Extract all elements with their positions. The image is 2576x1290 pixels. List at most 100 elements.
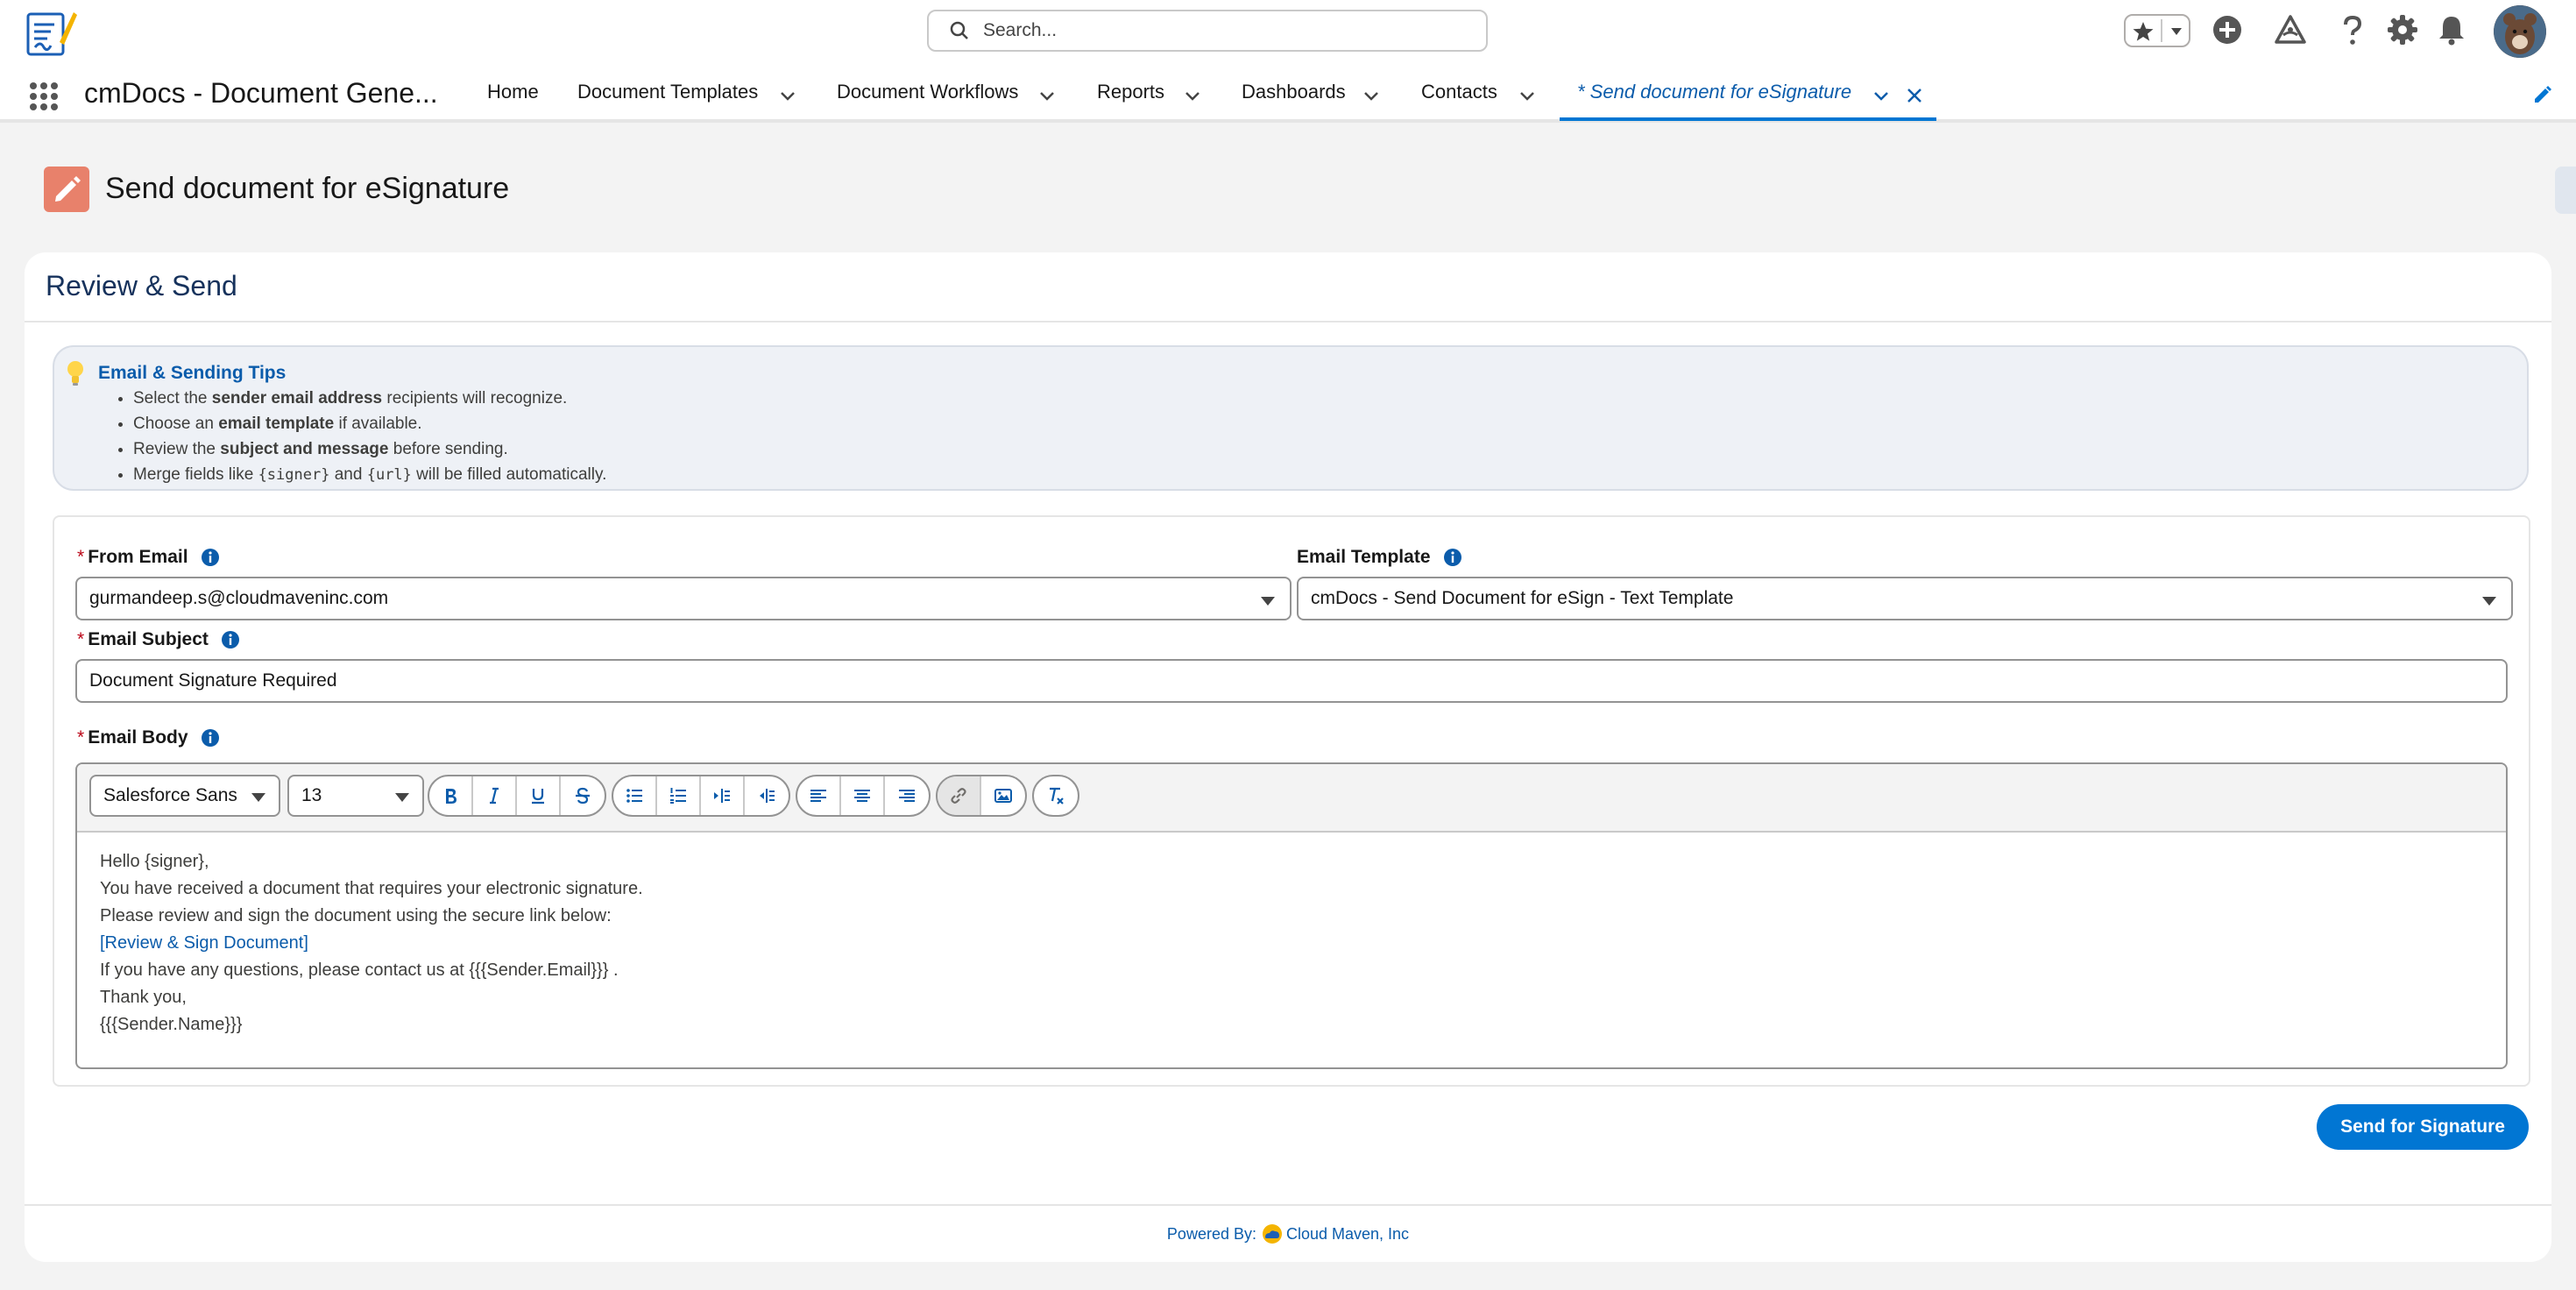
app-launcher-icon[interactable]	[28, 81, 60, 112]
clear-formatting-icon	[1050, 787, 1064, 804]
bold-icon	[446, 789, 456, 804]
page-edit-icon	[44, 167, 89, 212]
underline-icon	[532, 789, 544, 804]
tip-item: Select the sender email address recipien…	[133, 386, 606, 411]
strikethrough-button[interactable]	[561, 776, 605, 815]
gear-icon[interactable]	[2385, 12, 2420, 47]
pencil-icon	[55, 176, 81, 202]
bulleted-list-button[interactable]	[613, 776, 657, 815]
font-family-select[interactable]: Salesforce Sans	[89, 775, 280, 817]
chevron-down-icon[interactable]	[1037, 86, 1057, 105]
review-sign-link[interactable]: [Review & Sign Document]	[100, 930, 643, 957]
divider	[25, 1204, 2551, 1206]
close-icon[interactable]	[1905, 86, 1924, 105]
rich-text-toolbar: Salesforce Sans 13	[77, 764, 2506, 833]
chevron-down-icon[interactable]	[1362, 86, 1381, 105]
email-body-content[interactable]: Hello {signer}, You have received a docu…	[100, 848, 643, 1038]
powered-by-footer: Powered By: Cloud Maven, Inc	[25, 1223, 2551, 1244]
bold-button[interactable]	[429, 776, 473, 815]
email-template-select[interactable]: cmDocs - Send Document for eSign - Text …	[1297, 577, 2513, 620]
trailhead-icon[interactable]	[2273, 12, 2308, 47]
align-right-button[interactable]	[885, 776, 929, 815]
favorites-separator	[2161, 19, 2162, 42]
global-header	[0, 0, 2576, 63]
chevron-down-icon	[1261, 597, 1275, 606]
email-tips-panel: Email & Sending Tips Select the sender e…	[53, 345, 2529, 491]
tab-send-document-label[interactable]: * Send document for eSignature	[1577, 81, 1851, 103]
required-asterisk: *	[77, 727, 85, 748]
chevron-down-icon[interactable]	[1872, 86, 1891, 105]
card-title: Review & Send	[46, 270, 237, 301]
app-name: cmDocs - Document Gene...	[84, 77, 438, 109]
nav-item-dashboards[interactable]: Dashboards	[1242, 81, 1346, 103]
insert-group	[936, 775, 1027, 817]
search-icon	[950, 21, 968, 39]
align-left-icon	[810, 790, 826, 802]
chevron-down-icon[interactable]	[778, 86, 797, 105]
notification-bell-icon[interactable]	[2434, 12, 2469, 47]
from-email-label: * From Email	[77, 547, 220, 568]
favorites-button-group[interactable]	[2124, 14, 2190, 47]
user-avatar[interactable]	[2494, 5, 2546, 58]
chevron-down-icon[interactable]	[1183, 86, 1202, 105]
email-form: * From Email gurmandeep.s@cloudmaveninc.…	[53, 515, 2530, 1087]
tip-item: Merge fields like {signer} and {url} wil…	[133, 462, 606, 488]
font-size-select[interactable]: 13	[287, 775, 424, 817]
nav-item-home[interactable]: Home	[487, 81, 539, 103]
nav-item-document-templates[interactable]: Document Templates	[577, 81, 758, 103]
body-line: Please review and sign the document usin…	[100, 906, 612, 925]
global-search-input[interactable]	[981, 19, 1476, 42]
send-for-signature-button[interactable]: Send for Signature	[2317, 1104, 2529, 1150]
insert-image-button[interactable]	[981, 776, 1025, 815]
numbered-list-button[interactable]	[657, 776, 701, 815]
email-body-rich-text-editor[interactable]: Salesforce Sans 13 Hello {signer}, You h…	[75, 762, 2508, 1069]
body-line: {{{Sender.Name}}}	[100, 1015, 243, 1034]
nav-item-contacts[interactable]: Contacts	[1421, 81, 1497, 103]
align-right-icon	[899, 790, 915, 802]
list-indent-group	[612, 775, 790, 817]
edit-nav-pencil-icon[interactable]	[2532, 84, 2553, 105]
nav-item-document-workflows[interactable]: Document Workflows	[837, 81, 1018, 103]
cmdocs-logo-icon[interactable]	[25, 7, 77, 58]
utility-panel-handle[interactable]	[2555, 167, 2576, 214]
body-line: You have received a document that requir…	[100, 879, 643, 898]
tips-list: Select the sender email address recipien…	[98, 386, 606, 488]
body-line: If you have any questions, please contac…	[100, 960, 619, 980]
clear-formatting-button[interactable]	[1034, 776, 1078, 815]
add-icon[interactable]	[2210, 12, 2245, 47]
chevron-down-icon[interactable]	[1518, 86, 1537, 105]
chevron-down-icon[interactable]	[2168, 23, 2185, 40]
star-icon[interactable]	[2131, 19, 2155, 44]
global-search-box[interactable]	[927, 10, 1488, 52]
bulleted-list-icon	[626, 789, 642, 803]
align-center-button[interactable]	[841, 776, 885, 815]
chevron-down-icon	[395, 793, 409, 802]
user-avatar-image	[2494, 5, 2546, 58]
info-icon[interactable]	[201, 728, 220, 748]
italic-button[interactable]	[473, 776, 517, 815]
help-icon[interactable]	[2334, 12, 2369, 47]
underline-button[interactable]	[517, 776, 561, 815]
email-subject-input[interactable]: Document Signature Required	[75, 659, 2508, 703]
info-icon[interactable]	[201, 548, 220, 567]
image-icon	[994, 789, 1012, 803]
alignment-group	[796, 775, 931, 817]
email-body-label: * Email Body	[77, 727, 220, 748]
info-icon[interactable]	[221, 630, 240, 649]
info-icon[interactable]	[1443, 548, 1462, 567]
company-link[interactable]: Cloud Maven, Inc	[1286, 1225, 1409, 1244]
indent-button[interactable]	[701, 776, 745, 815]
insert-link-button[interactable]	[938, 776, 981, 815]
nav-item-reports[interactable]: Reports	[1097, 81, 1164, 103]
tip-item: Choose an email template if available.	[133, 411, 606, 436]
strikethrough-icon	[576, 787, 590, 804]
align-left-button[interactable]	[797, 776, 841, 815]
outdent-button[interactable]	[745, 776, 789, 815]
outdent-icon	[760, 789, 775, 803]
chevron-down-icon	[2482, 597, 2496, 606]
text-style-group	[428, 775, 606, 817]
tips-title: Email & Sending Tips	[98, 363, 287, 383]
from-email-select[interactable]: gurmandeep.s@cloudmaveninc.com	[75, 577, 1292, 620]
active-tab-indicator	[1560, 117, 1936, 121]
cloud-maven-logo-icon	[1262, 1224, 1282, 1244]
